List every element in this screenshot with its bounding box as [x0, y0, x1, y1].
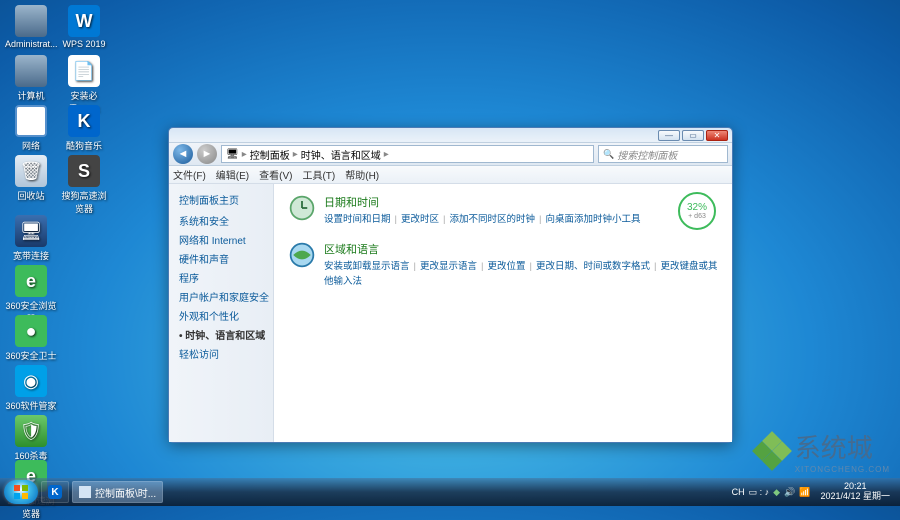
breadcrumb-root[interactable]: 控制面板 [250, 147, 290, 162]
app-icon [15, 105, 47, 137]
sidebar: 控制面板主页 系统和安全网络和 Internet 硬件和声音程序用户帐户和家庭安全… [169, 184, 274, 442]
desktop-icon[interactable]: K 酷狗音乐 [58, 105, 110, 152]
ime-indicator[interactable]: CH [732, 487, 745, 497]
tray-sound-icon[interactable]: 🔊 [784, 487, 795, 498]
icon-label: 计算机 [5, 89, 57, 102]
navigation-bar: ◄ ► 🖥 ▸ 控制面板 ▸ 时钟、语言和区域 ▸ 搜索控制面板 [169, 142, 732, 166]
sidebar-item[interactable]: 程序 [179, 270, 273, 285]
icon-label: 酷狗音乐 [58, 139, 110, 152]
desktop-icon[interactable]: Administrat... [5, 5, 57, 49]
sidebar-title[interactable]: 控制面板主页 [179, 192, 273, 207]
menu-bar: 文件(F) 编辑(E) 查看(V) 工具(T) 帮助(H) [169, 166, 732, 184]
search-input[interactable]: 搜索控制面板 [598, 145, 728, 163]
task-link[interactable]: 安装或卸载显示语言 [324, 261, 410, 272]
desktop-icon[interactable]: ● 360安全卫士 [5, 315, 57, 362]
sidebar-item[interactable]: 轻松访问 [179, 346, 273, 361]
sidebar-item[interactable]: 系统和安全 [179, 213, 273, 228]
task-link[interactable]: 向桌面添加时钟小工具 [545, 214, 640, 225]
sidebar-item[interactable]: 用户帐户和家庭安全 [179, 289, 273, 304]
app-icon: ◉ [15, 365, 47, 397]
app-icon: 🗑 [15, 155, 47, 187]
globe-icon [288, 241, 316, 269]
back-button[interactable]: ◄ [173, 144, 193, 164]
tray-network-icon[interactable]: 📶 [799, 487, 810, 498]
app-icon: ● [15, 315, 47, 347]
taskbar-item[interactable]: K [41, 481, 69, 503]
app-icon: K [68, 105, 100, 137]
app-icon: S [68, 155, 100, 187]
breadcrumb-current[interactable]: 时钟、语言和区域 [301, 147, 381, 162]
titlebar: — ▭ ✕ [169, 128, 732, 142]
app-icon: 📄 [68, 55, 100, 87]
icon-label: 搜狗高速浏览器 [58, 189, 110, 215]
icon-label: Administrat... [5, 39, 57, 49]
system-tray: CH ▭ : ♪ ◆ 🔊 📶 20:21 2021/4/12 星期一 [732, 482, 896, 502]
menu-item[interactable]: 编辑(E) [216, 167, 249, 182]
desktop-icon[interactable]: 🗑 回收站 [5, 155, 57, 202]
icon-label: 网络 [5, 139, 57, 152]
category-title[interactable]: 日期和时间 [324, 194, 718, 210]
minimize-button[interactable]: — [658, 130, 680, 141]
task-link[interactable]: 更改时区 [401, 214, 439, 225]
sidebar-item[interactable]: 时钟、语言和区域 [179, 327, 273, 342]
icon-label: 回收站 [5, 189, 57, 202]
task-link[interactable]: 更改显示语言 [420, 261, 477, 272]
category: 区域和语言安装或卸载显示语言|更改显示语言|更改位置|更改日期、时间或数字格式|… [288, 241, 718, 289]
control-panel-window: — ▭ ✕ ◄ ► 🖥 ▸ 控制面板 ▸ 时钟、语言和区域 ▸ 搜索控制面板 文… [168, 127, 733, 443]
desktop-icon[interactable]: 网络 [5, 105, 57, 152]
task-link[interactable]: 设置时间和日期 [324, 214, 391, 225]
sidebar-item[interactable]: 网络和 Internet [179, 232, 273, 247]
forward-button[interactable]: ► [197, 144, 217, 164]
task-link[interactable]: 更改日期、时间或数字格式 [536, 261, 650, 272]
app-icon: e [15, 265, 47, 297]
watermark-logo-icon [755, 434, 789, 468]
computer-icon: 🖥 [226, 149, 239, 160]
app-icon [15, 5, 47, 37]
icon-label: 宽带连接 [5, 249, 57, 262]
desktop-icon[interactable]: S搜狗高速浏览器 [58, 155, 110, 215]
category-title[interactable]: 区域和语言 [324, 241, 718, 257]
app-icon [15, 55, 47, 87]
desktop-icon[interactable]: W WPS 2019 [58, 5, 110, 49]
address-bar[interactable]: 🖥 ▸ 控制面板 ▸ 时钟、语言和区域 ▸ [221, 145, 594, 163]
category: 日期和时间设置时间和日期|更改时区|添加不同时区的时钟|向桌面添加时钟小工具 [288, 194, 718, 227]
maximize-button[interactable]: ▭ [682, 130, 704, 141]
desktop-icon[interactable]: 计算机 [5, 55, 57, 102]
task-link[interactable]: 添加不同时区的时钟 [449, 214, 535, 225]
icon-label: 360安全卫士 [5, 349, 57, 362]
taskbar-item[interactable]: 控制面板\时... [72, 481, 163, 503]
watermark: 系统城 XITONGCHENG.COM [755, 428, 890, 474]
app-icon: W [68, 5, 100, 37]
sidebar-item[interactable]: 硬件和声音 [179, 251, 273, 266]
status-badge: 32% + d63 [678, 192, 716, 230]
task-link[interactable]: 更改位置 [487, 261, 525, 272]
app-icon: 🛡 [15, 415, 47, 447]
tray-shield-icon[interactable]: ◆ [773, 487, 780, 498]
menu-item[interactable]: 查看(V) [259, 167, 292, 182]
desktop-icon[interactable]: 🖥 宽带连接 [5, 215, 57, 262]
menu-item[interactable]: 文件(F) [173, 167, 206, 182]
taskbar-clock[interactable]: 20:21 2021/4/12 星期一 [814, 482, 896, 502]
icon-label: 360软件管家 [5, 399, 57, 412]
desktop-icon[interactable]: ◉ 360软件管家 [5, 365, 57, 412]
sidebar-item[interactable]: 外观和个性化 [179, 308, 273, 323]
desktop-icon[interactable]: 🛡160杀毒 [5, 415, 57, 462]
close-button[interactable]: ✕ [706, 130, 728, 141]
menu-item[interactable]: 帮助(H) [345, 167, 379, 182]
taskbar: K控制面板\时... CH ▭ : ♪ ◆ 🔊 📶 20:21 2021/4/1… [0, 478, 900, 506]
main-panel: 日期和时间设置时间和日期|更改时区|添加不同时区的时钟|向桌面添加时钟小工具区域… [274, 184, 732, 442]
menu-item[interactable]: 工具(T) [302, 167, 335, 182]
app-icon: 🖥 [15, 215, 47, 247]
tray-icons[interactable]: ▭ : ♪ [749, 487, 770, 498]
icon-label: WPS 2019 [58, 39, 110, 49]
desktop: Administrat...WWPS 2019计算机📄安装必看.docx网络K酷… [0, 0, 900, 506]
clock-icon [288, 194, 316, 222]
start-button[interactable] [4, 480, 38, 504]
window-content: 控制面板主页 系统和安全网络和 Internet 硬件和声音程序用户帐户和家庭安全… [169, 184, 732, 442]
